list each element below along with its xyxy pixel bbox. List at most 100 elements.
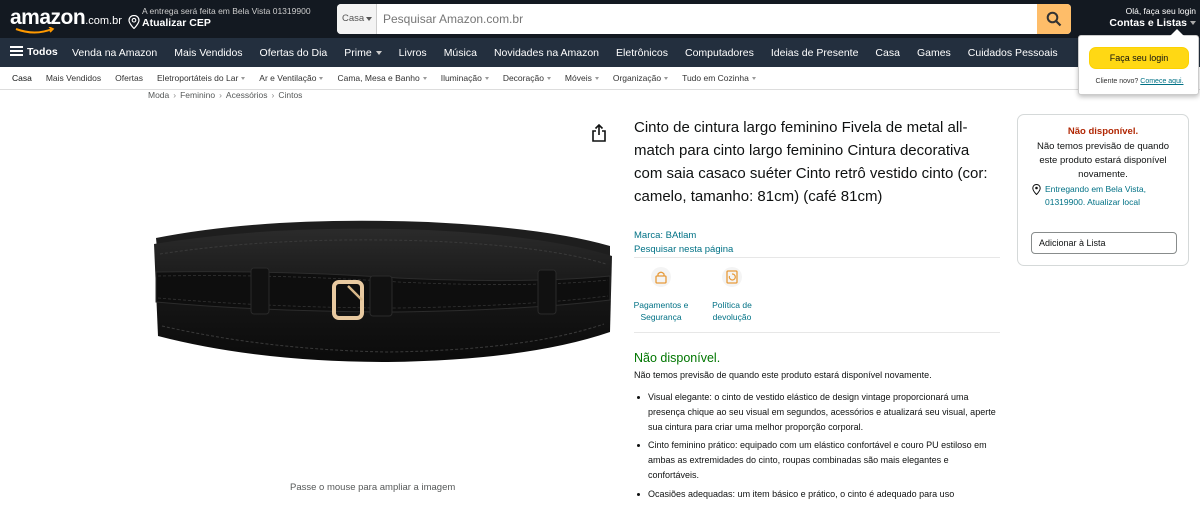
amazon-logo[interactable]: amazon.com.br <box>10 6 122 34</box>
logo-smile-icon <box>15 27 55 34</box>
subnav-item-organization[interactable]: Organização <box>613 73 669 83</box>
search-icon <box>1046 11 1062 27</box>
start-here-link[interactable]: Comece aqui. <box>1140 78 1183 85</box>
subnav-item-lighting-label: Iluminação <box>440 73 482 83</box>
subnav-item-kitchen[interactable]: Tudo em Cozinha <box>682 73 756 83</box>
subnav-item-bed-bath-label: Cama, Mesa e Banho <box>337 73 420 83</box>
subnav-item-air-label: Ar e Ventilação <box>259 73 317 83</box>
breadcrumb-separator: › <box>219 90 222 100</box>
subnav-item-furniture[interactable]: Móveis <box>565 73 599 83</box>
subnav-item-best-sellers[interactable]: Mais Vendidos <box>46 73 101 83</box>
search-button[interactable] <box>1037 4 1071 34</box>
nav-link-deals[interactable]: Ofertas do Dia <box>260 47 328 59</box>
product-image[interactable] <box>148 210 618 380</box>
chevron-down-icon <box>319 77 324 81</box>
new-customer-label: Cliente novo? <box>1095 78 1139 85</box>
category-subnav: Casa Mais Vendidos Ofertas Eletroportáte… <box>0 67 1200 90</box>
signin-button[interactable]: Faça seu login <box>1089 47 1189 69</box>
buy-box: Não disponível. Não temos previsão de qu… <box>1017 114 1189 266</box>
bullet-item: Cinto feminino prático: equipado com um … <box>634 438 1000 482</box>
subnav-item-lighting[interactable]: Iluminação <box>441 73 489 83</box>
nav-link-games[interactable]: Games <box>917 47 951 59</box>
breadcrumb-item-belts[interactable]: Cintos <box>278 90 302 100</box>
nav-link-prime[interactable]: Prime <box>344 46 382 59</box>
location-pin-icon <box>128 15 140 29</box>
search-category-select[interactable]: Casa <box>337 4 377 34</box>
nav-link-gift-ideas[interactable]: Ideias de Presente <box>771 47 859 59</box>
return-policy-icon <box>722 267 742 287</box>
all-menu-label: Todos <box>27 46 58 58</box>
feature-label: Política de devolução <box>712 300 752 322</box>
search-input[interactable] <box>378 4 1036 34</box>
logo-text: amazon <box>10 6 86 29</box>
breadcrumb-separator: › <box>173 90 177 100</box>
all-menu-button[interactable]: Todos <box>10 38 58 67</box>
nav-link-electronics[interactable]: Eletrônicos <box>616 47 668 59</box>
chevron-down-icon <box>241 77 246 81</box>
account-lists-label: Contas e Listas <box>1109 17 1187 29</box>
delivery-location-link[interactable]: Entregando em Bela Vista, 01319900. Atua… <box>1032 183 1182 209</box>
feature-return-policy[interactable]: Política de devolução <box>699 266 765 323</box>
logo-suffix: .com.br <box>85 15 122 27</box>
delivery-location[interactable]: A entrega será feita em Bela Vista 01319… <box>128 6 328 32</box>
breadcrumb: Moda › Feminino › Acessórios › Cintos <box>148 90 302 100</box>
nav-link-best-sellers[interactable]: Mais Vendidos <box>174 47 242 59</box>
deliver-to-text: A entrega será feita em Bela Vista 01319… <box>142 6 311 16</box>
chevron-down-icon <box>594 77 599 81</box>
nav-link-prime-label: Prime <box>344 46 372 59</box>
subnav-item-offers[interactable]: Ofertas <box>115 73 143 83</box>
search-this-page-link[interactable]: Pesquisar nesta página <box>634 244 733 255</box>
account-greeting: Olá, faça seu login <box>1125 6 1196 16</box>
breadcrumb-item-fashion[interactable]: Moda <box>148 90 169 100</box>
chevron-down-icon <box>546 77 551 81</box>
subnav-item-decor-label: Decoração <box>502 73 544 83</box>
secure-payment-icon <box>651 267 671 287</box>
availability-note: Não temos previsão de quando este produt… <box>634 370 932 380</box>
flyout-arrow <box>1170 29 1184 36</box>
main-navbar: Todos Venda na Amazon Mais Vendidos Ofer… <box>0 38 1200 67</box>
nav-link-personal-care[interactable]: Cuidados Pessoais <box>968 47 1058 59</box>
nav-link-books[interactable]: Livros <box>399 47 427 59</box>
update-zip-text: Atualizar CEP <box>142 17 211 29</box>
zoom-hint: Passe o mouse para ampliar a imagem <box>290 482 456 493</box>
nav-link-sell[interactable]: Venda na Amazon <box>72 47 157 59</box>
subnav-item-appliances-label: Eletroportáteis do Lar <box>157 73 239 83</box>
chevron-down-icon <box>484 77 489 81</box>
buybox-status: Não disponível. <box>1067 126 1139 137</box>
breadcrumb-item-women[interactable]: Feminino <box>180 90 215 100</box>
feature-secure-payment[interactable]: Pagamentos e Segurança <box>628 266 694 323</box>
subnav-item-home[interactable]: Casa <box>12 73 32 83</box>
bullet-item: Ocasiões adequadas: um item básico e prá… <box>634 487 1000 502</box>
hamburger-icon <box>10 46 23 56</box>
add-to-list-button[interactable]: Adicionar à Lista <box>1031 232 1177 254</box>
subnav-item-kitchen-label: Tudo em Cozinha <box>682 73 749 83</box>
feature-label: Pagamentos e Segurança <box>633 300 689 322</box>
subnav-item-bed-bath[interactable]: Cama, Mesa e Banho <box>337 73 427 83</box>
subnav-item-air[interactable]: Ar e Ventilação <box>259 73 324 83</box>
product-title: Cinto de cintura largo feminino Fivela d… <box>634 119 988 205</box>
breadcrumb-item-accessories[interactable]: Acessórios <box>226 90 268 100</box>
feature-bullets: Visual elegante: o cinto de vestido elás… <box>634 390 1000 506</box>
subnav-item-appliances[interactable]: Eletroportáteis do Lar <box>157 73 246 83</box>
nav-link-new-releases[interactable]: Novidades na Amazon <box>494 47 599 59</box>
chevron-down-icon <box>366 17 372 21</box>
chevron-down-icon <box>375 50 382 55</box>
nav-link-home[interactable]: Casa <box>875 47 900 59</box>
main-nav-links: Venda na Amazon Mais Vendidos Ofertas do… <box>72 38 1075 67</box>
bullet-item: Visual elegante: o cinto de vestido elás… <box>634 390 1000 434</box>
chevron-down-icon <box>664 77 669 81</box>
chevron-down-icon <box>751 77 756 81</box>
brand-link[interactable]: Marca: BAtlam <box>634 230 696 241</box>
share-icon[interactable] <box>591 124 607 142</box>
search-category-label: Casa <box>342 13 365 24</box>
nav-link-computers[interactable]: Computadores <box>685 47 754 59</box>
search-bar: Casa <box>337 4 1071 34</box>
chevron-down-icon <box>422 77 427 81</box>
breadcrumb-separator: › <box>271 90 275 100</box>
subnav-item-decor[interactable]: Decoração <box>503 73 551 83</box>
top-navbar: amazon.com.br A entrega será feita em Be… <box>0 0 1200 38</box>
nav-link-music[interactable]: Música <box>444 47 477 59</box>
subnav-item-furniture-label: Móveis <box>564 73 592 83</box>
delivery-text: Entregando em Bela Vista, 01319900. Atua… <box>1045 184 1146 207</box>
new-customer-text: Cliente novo? Comece aqui. <box>1079 78 1200 85</box>
